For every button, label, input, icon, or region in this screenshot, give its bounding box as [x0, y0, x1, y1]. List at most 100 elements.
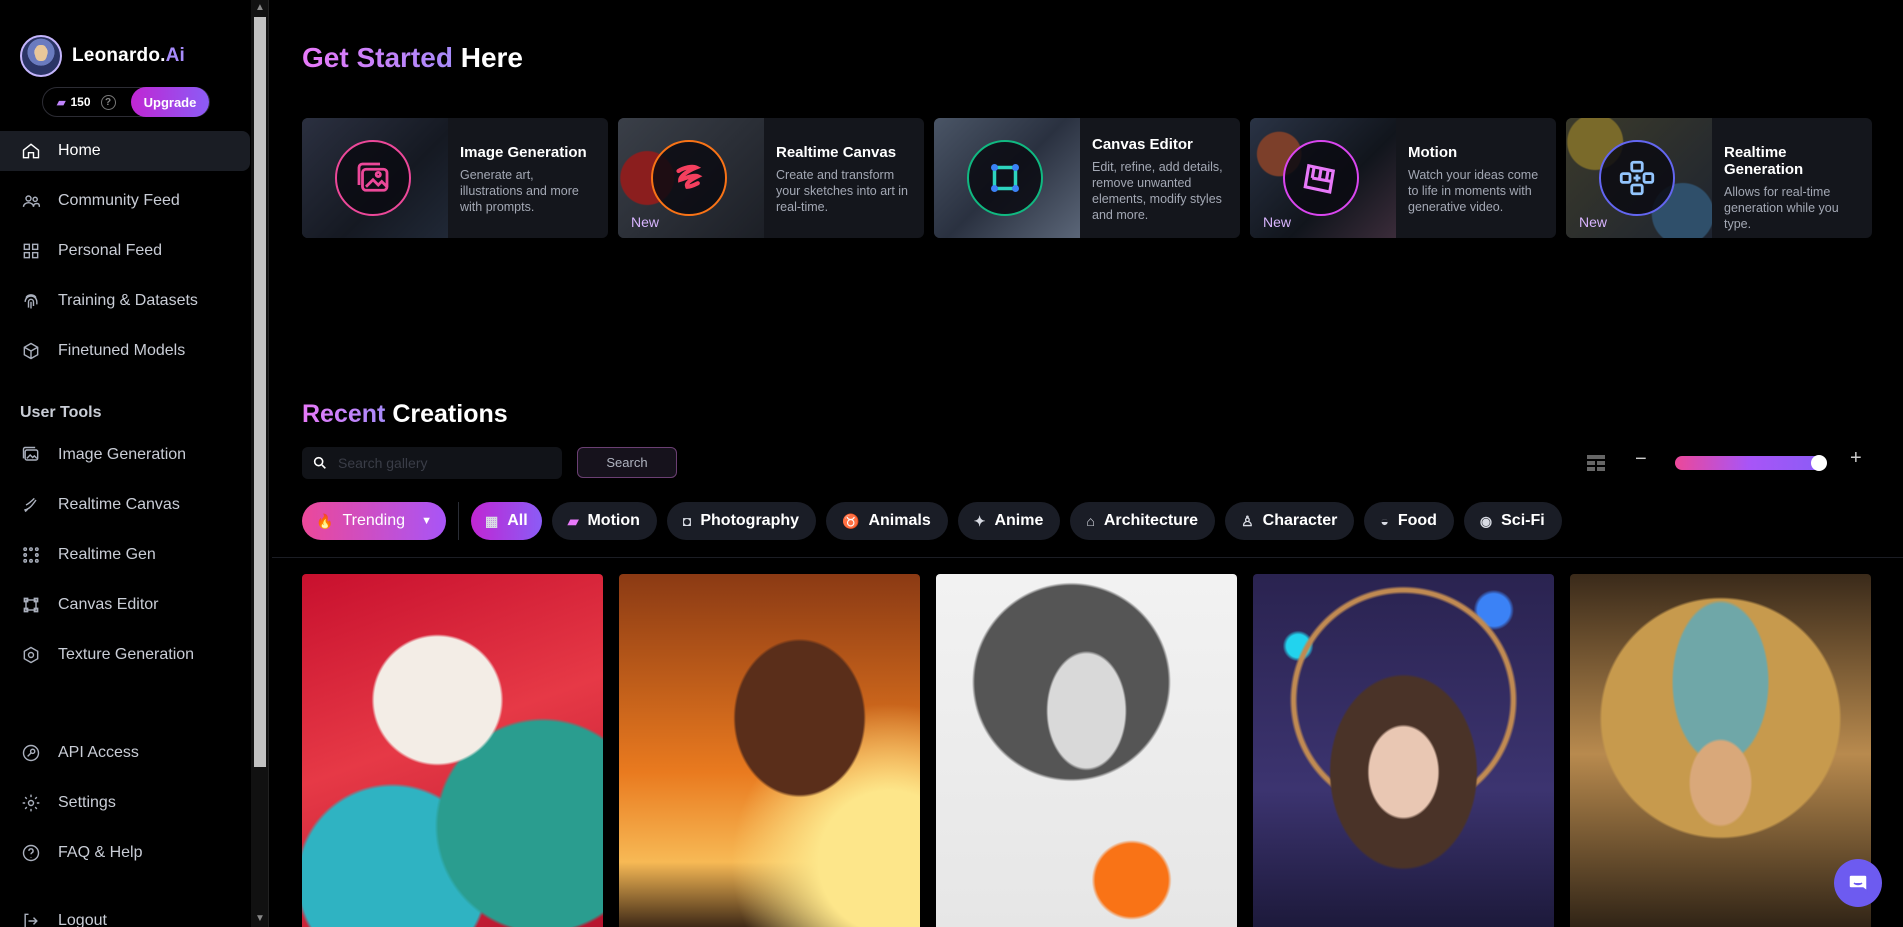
square-nodes-icon [20, 594, 42, 616]
brand[interactable]: Leonardo.Ai [20, 35, 185, 77]
new-badge: New [631, 214, 660, 230]
support-chat-button[interactable] [1834, 859, 1882, 907]
person-icon: ♙ [1241, 512, 1254, 529]
sidebar-item-label: API Access [58, 744, 139, 761]
help-icon[interactable]: ? [100, 94, 116, 110]
sidebar-item-label: FAQ & Help [58, 844, 143, 861]
egyptian-queen-image[interactable] [1570, 574, 1871, 927]
ink-portrait-woman-image[interactable] [936, 574, 1237, 927]
feature-card-image-generation[interactable]: Image Generation Generate art, illustrat… [302, 118, 608, 238]
card-title: Canvas Editor [1092, 136, 1193, 153]
trending-label: Trending [342, 512, 405, 529]
filter-chip-anime[interactable]: ✦ Anime [957, 502, 1061, 540]
brand-avatar[interactable] [20, 35, 62, 77]
search-button[interactable]: Search [577, 447, 677, 478]
filter-chip-architecture[interactable]: ⌂ Architecture [1070, 502, 1216, 540]
card-title: Image Generation [460, 144, 587, 161]
feature-card-realtime-canvas[interactable]: New Realtime Canvas Create and transform… [618, 118, 924, 238]
gallery-search [302, 447, 562, 479]
search-input[interactable] [338, 455, 538, 471]
grid-icon: ▦ [485, 512, 499, 529]
camera-icon: ◘ [682, 513, 692, 529]
sidebar-item-finetuned-models[interactable]: Finetuned Models [0, 331, 250, 371]
sidebar-item-realtime-gen[interactable]: Realtime Gen [0, 535, 250, 575]
card-description: Edit, refine, add details, remove unwant… [1092, 160, 1223, 222]
grid-icon [20, 240, 42, 262]
sidebar-item-realtime-canvas[interactable]: Realtime Canvas [0, 485, 250, 525]
paper-art-warrior-image[interactable] [302, 574, 603, 927]
trending-dropdown[interactable]: 🔥 Trending ▼ [302, 502, 446, 540]
sidebar-item-label: Texture Generation [58, 646, 195, 663]
sidebar-item-texture-generation[interactable]: Texture Generation [0, 635, 250, 675]
sidebar-item-personal-feed[interactable]: Personal Feed [0, 231, 250, 271]
scrollbar-thumb[interactable] [254, 17, 266, 767]
feature-card-canvas-editor[interactable]: Canvas Editor Edit, refine, add details,… [934, 118, 1240, 238]
brush-icon [20, 494, 42, 516]
key-icon [20, 742, 42, 764]
zoom-out-button[interactable]: − [1635, 448, 1647, 471]
scroll-up-arrow-icon[interactable]: ▲ [251, 0, 269, 16]
sidebar-item-label: Community Feed [58, 192, 180, 209]
sidebar-item-community-feed[interactable]: Community Feed [0, 181, 250, 221]
zoom-in-button[interactable]: + [1850, 447, 1862, 470]
card-thumbnail [302, 118, 448, 238]
sidebar: Leonardo.Ai ▰ 150 ? Upgrade Home Communi… [0, 0, 252, 927]
cat-icon: ♉ [842, 512, 860, 529]
filter-chip-animals[interactable]: ♉ Animals [826, 502, 948, 540]
sidebar-item-canvas-editor[interactable]: Canvas Editor [0, 585, 250, 625]
sidebar-item-label: Training & Datasets [58, 292, 198, 309]
new-badge: New [1263, 214, 1292, 230]
chip-label: Sci-Fi [1501, 512, 1545, 529]
upgrade-button[interactable]: Upgrade [131, 87, 209, 117]
sidebar-item-home[interactable]: Home [0, 131, 250, 171]
feature-card-motion[interactable]: New Motion Watch your ideas come to life… [1250, 118, 1556, 238]
sidebar-item-api-access[interactable]: API Access [0, 733, 250, 773]
zoom-slider[interactable] [1675, 455, 1827, 471]
sidebar-item-label: Home [58, 142, 101, 159]
scroll-down-arrow-icon[interactable]: ▼ [251, 911, 269, 927]
chip-label: Anime [994, 512, 1044, 529]
bottom-nav: API Access Settings FAQ & Help Logout [0, 733, 250, 927]
question-icon [20, 842, 42, 864]
card-description: Generate art, illustrations and more wit… [460, 168, 579, 214]
chevron-down-icon: ▼ [421, 515, 432, 527]
sidebar-item-label: Realtime Canvas [58, 496, 180, 513]
chip-label: Character [1262, 512, 1338, 529]
dreamcatcher-girl-image[interactable] [1253, 574, 1554, 927]
users-icon [20, 190, 42, 212]
logout-icon [20, 910, 42, 927]
gallery-grid [302, 574, 1871, 927]
sidebar-item-label: Settings [58, 794, 116, 811]
filter-chip-sci-fi[interactable]: ◉ Sci-Fi [1463, 502, 1562, 540]
search-icon [313, 456, 326, 469]
dots-grid-icon [1599, 140, 1675, 216]
sidebar-item-settings[interactable]: Settings [0, 783, 250, 823]
dots-grid-icon [20, 544, 42, 566]
layout-toggle-icon[interactable] [1586, 454, 1606, 472]
sparkle-icon: ✦ [973, 512, 986, 529]
sunset-silhouette-woman-image[interactable] [619, 574, 920, 927]
chat-icon [1848, 874, 1868, 893]
filter-chip-food[interactable]: ◒ Food [1364, 502, 1454, 540]
new-badge: New [1579, 214, 1608, 230]
sidebar-item-label: Personal Feed [58, 242, 163, 259]
filter-chip-all[interactable]: ▦ All [471, 502, 542, 540]
filter-chip-photography[interactable]: ◘ Photography [666, 502, 817, 540]
filter-chip-character[interactable]: ♙ Character [1225, 502, 1355, 540]
feature-card-realtime-generation[interactable]: New Realtime Generation Allows for real-… [1566, 118, 1872, 238]
sidebar-item-image-generation[interactable]: Image Generation [0, 435, 250, 475]
main-nav: Home Community Feed Personal Feed Traini… [0, 131, 250, 371]
squiggle-icon [651, 140, 727, 216]
sidebar-item-training-datasets[interactable]: Training & Datasets [0, 281, 250, 321]
sidebar-scrollbar[interactable]: ▲ ▼ [251, 0, 269, 927]
sidebar-item-faq-help[interactable]: FAQ & Help [0, 833, 250, 873]
section-divider [272, 557, 1903, 558]
zoom-slider-handle[interactable] [1811, 455, 1827, 471]
brand-name: Leonardo.Ai [72, 45, 186, 66]
sidebar-item-logout[interactable]: Logout [0, 901, 250, 927]
recent-creations-heading: Recent Creations [302, 400, 508, 428]
film-icon: ▰ [567, 512, 579, 529]
filter-chip-motion[interactable]: ▰ Motion [551, 502, 657, 540]
credits-pill: ▰ 150 ? Upgrade [42, 87, 210, 117]
chip-label: Motion [587, 512, 640, 529]
